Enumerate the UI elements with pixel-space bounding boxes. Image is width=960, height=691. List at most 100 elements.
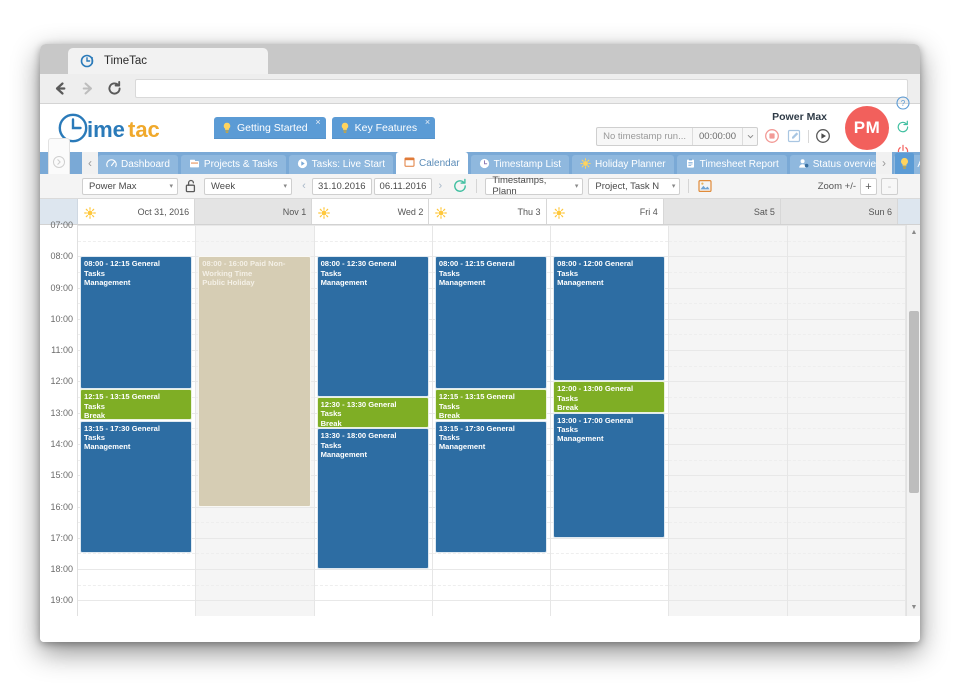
avatar[interactable]: PM <box>845 106 889 150</box>
calendar-event[interactable]: 08:00 - 16:00 Paid Non-Working TimePubli… <box>198 256 310 506</box>
calendar-day-header[interactable]: Wed 2 <box>312 199 429 224</box>
calendar-event[interactable]: 12:00 - 13:00 GeneralTasksBreak <box>553 381 665 412</box>
grid-line <box>669 569 786 570</box>
promo-tab-key-features[interactable]: Key Features × <box>332 117 435 139</box>
promo-tab-getting-started[interactable]: Getting Started × <box>214 117 326 139</box>
close-icon[interactable]: × <box>425 118 430 127</box>
calendar-day-label: Sat 5 <box>754 207 775 217</box>
edit-note-icon[interactable] <box>786 128 802 144</box>
calendar-day-column[interactable]: 08:00 - 12:00 GeneralTasksManagement12:0… <box>551 225 669 616</box>
calendar-event[interactable]: 13:00 - 17:00 GeneralTasksManagement <box>553 413 665 538</box>
reload-icon[interactable] <box>106 80 123 97</box>
zoom-out-button[interactable]: - <box>881 178 898 195</box>
calendar-event[interactable]: 12:30 - 13:30 GeneralTasksBreak <box>317 397 429 428</box>
scrollbar-thumb[interactable] <box>909 311 919 493</box>
calendar-event[interactable]: 13:30 - 18:00 GeneralTasksManagement <box>317 428 429 569</box>
export-image-icon[interactable] <box>697 178 713 194</box>
back-icon[interactable] <box>52 80 69 97</box>
calendar-event-line-3: Management <box>439 278 543 287</box>
nav-tab-calendar[interactable]: Calendar <box>396 152 468 174</box>
date-from-field[interactable]: 31.10.2016 <box>312 178 372 195</box>
close-icon[interactable]: × <box>315 118 320 127</box>
nav-tab-projects-tasks[interactable]: Projects & Tasks <box>181 155 286 174</box>
time-label: 10:00 <box>50 314 73 324</box>
calendar-event-line-2: Tasks <box>321 269 425 278</box>
calendar-day-column[interactable]: 08:00 - 16:00 Paid Non-Working TimePubli… <box>196 225 314 616</box>
range-select[interactable]: Week ▾ <box>204 178 292 195</box>
calendar-event[interactable]: 12:15 - 13:15 GeneralTasksBreak <box>80 389 192 420</box>
refresh-icon[interactable] <box>896 120 910 139</box>
play-icon[interactable] <box>815 128 831 144</box>
calendar-event-line-3: Break <box>557 403 661 412</box>
user-select[interactable]: Power Max ▾ <box>82 178 178 195</box>
timestamp-status-box[interactable]: No timestamp run... 00:00:00 <box>596 127 758 146</box>
grid-line <box>669 256 786 257</box>
calendar-event[interactable]: 08:00 - 12:00 GeneralTasksManagement <box>553 256 665 381</box>
refresh-icon[interactable] <box>452 178 468 194</box>
forward-icon <box>79 80 96 97</box>
calendar-event[interactable]: 08:00 - 12:15 GeneralTasksManagement <box>80 256 192 389</box>
nav-tab-label: Status overview <box>813 159 884 170</box>
unlocked-padlock-icon[interactable] <box>183 178 199 194</box>
nav-tab-label: Act <box>917 159 920 170</box>
nav-tab-timesheet-report[interactable]: Timesheet Report <box>677 155 787 174</box>
nav-scroll-right[interactable]: › <box>876 152 892 174</box>
grid-line <box>669 475 786 476</box>
calendar-day-column[interactable]: 08:00 - 12:15 GeneralTasksManagement12:1… <box>78 225 196 616</box>
grid-line <box>788 538 905 539</box>
grid-line <box>669 288 786 289</box>
calendar-event-line-1: 13:30 - 18:00 General <box>321 431 425 440</box>
calendar-day-header[interactable]: Sun 6 <box>781 199 898 224</box>
chevron-down-icon: ▾ <box>283 182 287 190</box>
calendar-event[interactable]: 12:15 - 13:15 GeneralTasksBreak <box>435 389 547 420</box>
time-label: 09:00 <box>50 283 73 293</box>
calendar-day-header[interactable]: Sat 5 <box>664 199 781 224</box>
stop-record-icon[interactable] <box>764 128 780 144</box>
calendar-scrollbar[interactable]: ▲ ▼ <box>906 225 920 616</box>
grid-line <box>788 507 905 508</box>
scroll-up-arrow[interactable]: ▲ <box>910 229 918 237</box>
nav-tab-label: Projects & Tasks <box>204 159 278 170</box>
zoom-label: Zoom +/- <box>818 181 856 192</box>
grid-line <box>196 507 313 508</box>
zoom-in-button[interactable]: + <box>860 178 877 195</box>
nav-tab-holiday-planner[interactable]: Holiday Planner <box>572 155 674 174</box>
calendar-event[interactable]: 13:15 - 17:30 GeneralTasksManagement <box>80 421 192 554</box>
calendar-day-column[interactable]: 08:00 - 12:30 GeneralTasksManagement12:3… <box>315 225 433 616</box>
browser-tab[interactable]: TimeTac <box>68 48 268 74</box>
chevron-left-icon[interactable]: ‹ <box>297 178 311 195</box>
calendar-event-line-1: 08:00 - 12:15 General <box>84 259 188 268</box>
calendar-day-label: Fri 4 <box>640 207 658 217</box>
nav-lightbulb-button[interactable] <box>895 153 914 174</box>
calendar-day-column[interactable] <box>788 225 906 616</box>
group-select[interactable]: Project, Task N ▾ <box>588 178 680 195</box>
grid-line <box>669 241 786 242</box>
calendar-event-line-1: 13:15 - 17:30 General <box>84 424 188 433</box>
chevron-right-icon[interactable]: › <box>433 178 447 195</box>
view-select[interactable]: Timestamps, Plann ▾ <box>485 178 583 195</box>
nav-scroll-left[interactable]: ‹ <box>82 152 98 174</box>
calendar-day-header[interactable]: Nov 1 <box>195 199 312 224</box>
calendar-view: Oct 31, 2016Nov 1Wed 2Thu 3 Fri 4 Sat 5 Sun… <box>40 199 920 616</box>
chevron-down-icon[interactable] <box>742 128 757 145</box>
calendar-day-column[interactable] <box>669 225 787 616</box>
calendar-day-header[interactable]: Oct 31, 2016 <box>78 199 195 224</box>
calendar-event-line-1: 13:00 - 17:00 General <box>557 416 661 425</box>
calendar-event[interactable]: 08:00 - 12:30 GeneralTasksManagement <box>317 256 429 397</box>
calendar-day-header[interactable]: Fri 4 <box>547 199 664 224</box>
help-icon[interactable]: ? <box>896 96 910 115</box>
calendar-event-line-2: Tasks <box>557 269 661 278</box>
grid-line <box>669 319 786 320</box>
scroll-down-arrow[interactable]: ▼ <box>910 604 918 612</box>
calendar-day-column[interactable]: 08:00 - 12:15 GeneralTasksManagement12:1… <box>433 225 551 616</box>
chevron-down-icon: ▾ <box>672 182 676 190</box>
url-input[interactable] <box>135 79 908 98</box>
calendar-day-header[interactable]: Thu 3 <box>429 199 546 224</box>
calendar-event[interactable]: 08:00 - 12:15 GeneralTasksManagement <box>435 256 547 389</box>
calendar-event-line-1: 13:15 - 17:30 General <box>439 424 543 433</box>
calendar-event[interactable]: 13:15 - 17:30 GeneralTasksManagement <box>435 421 547 554</box>
date-to-field[interactable]: 06.11.2016 <box>374 178 433 195</box>
nav-tab-timestamp-list[interactable]: Timestamp List <box>471 155 569 174</box>
nav-tab-tasks-live-start[interactable]: Tasks: Live Start <box>289 155 393 174</box>
nav-tab-dashboard[interactable]: Dashboard <box>98 155 178 174</box>
